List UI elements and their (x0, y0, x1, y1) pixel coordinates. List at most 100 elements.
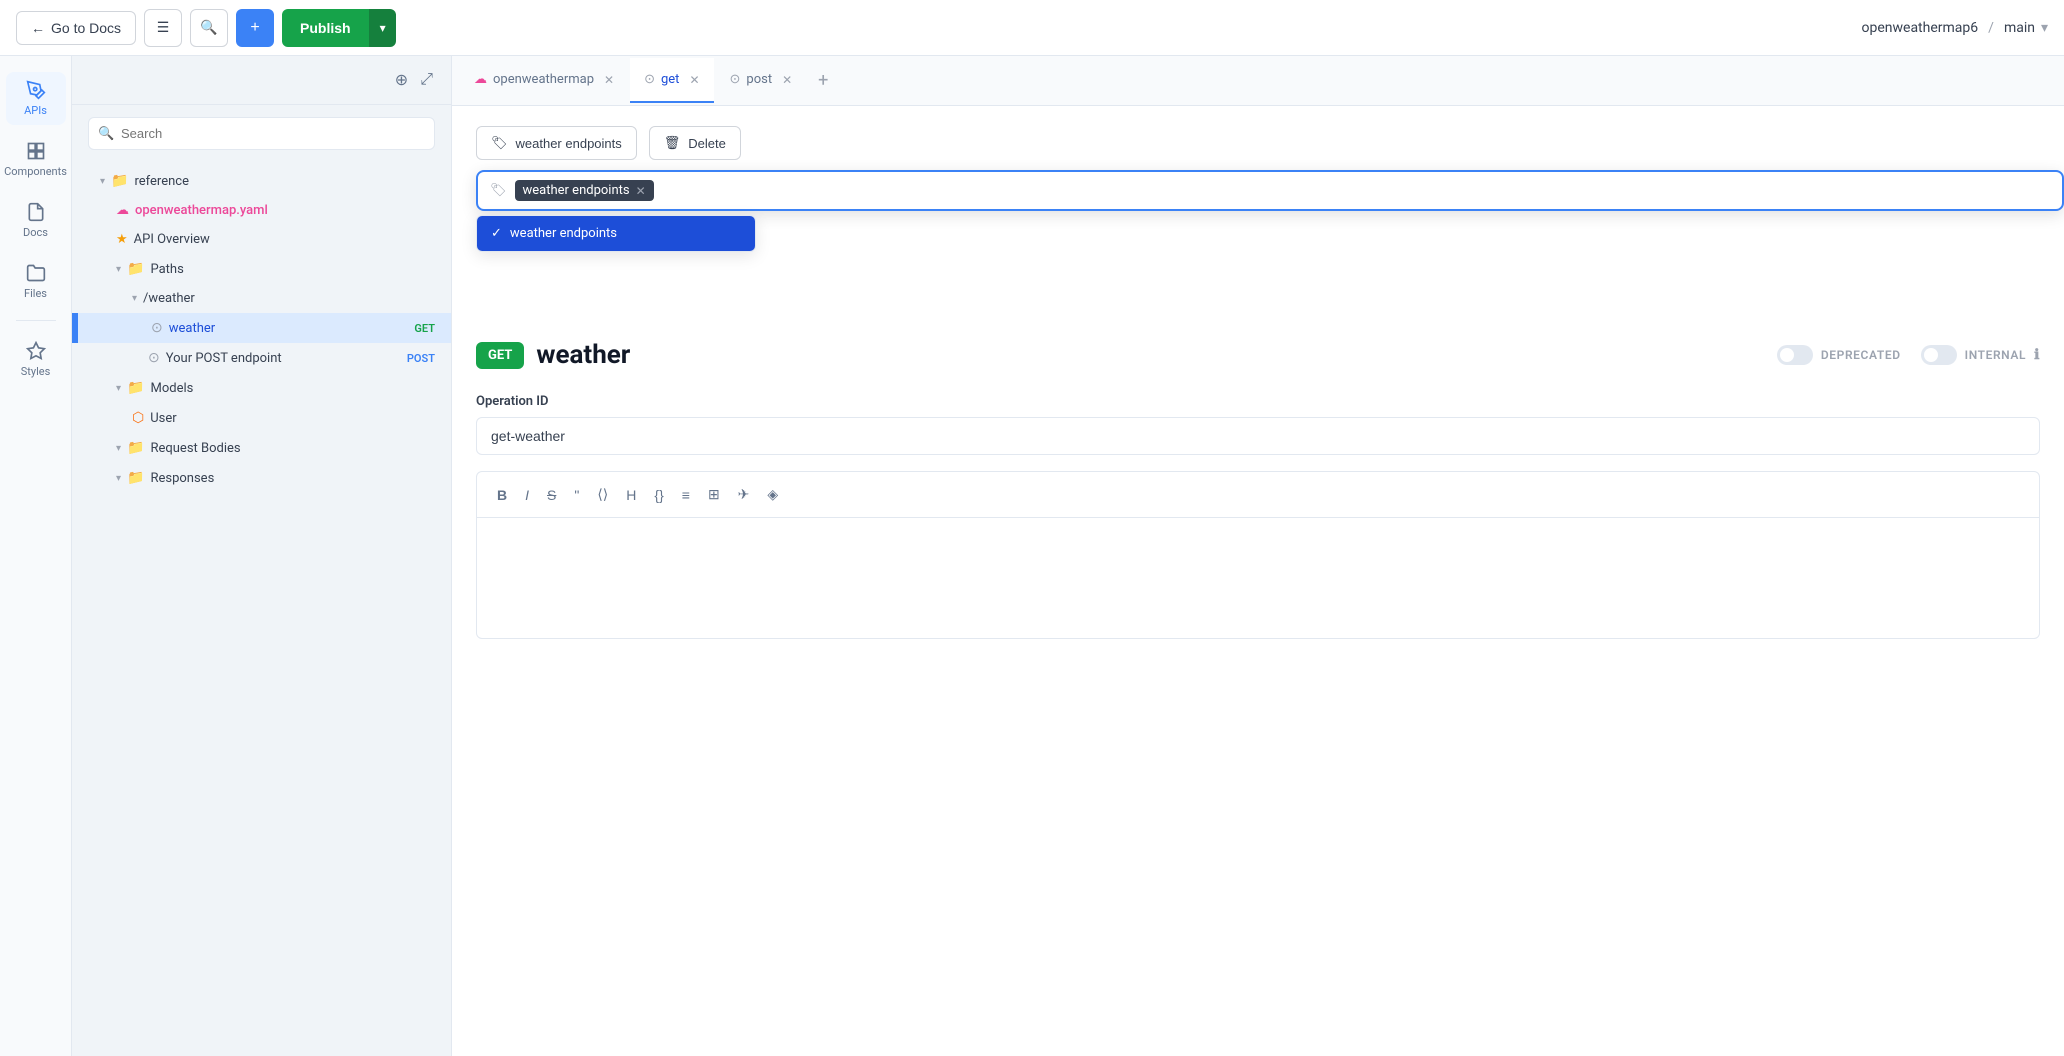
heading-button[interactable]: H (620, 483, 642, 507)
get-badge: GET (476, 342, 524, 369)
folder-icon: 📁 (111, 173, 128, 189)
star-icon: ★ (116, 232, 128, 247)
send-button[interactable]: ✈ (732, 482, 756, 507)
internal-label: INTERNAL (1965, 348, 2026, 362)
components-icon (26, 141, 46, 161)
tree-item-post-endpoint[interactable]: ⊙ Your POST endpoint POST (72, 343, 451, 373)
search-button[interactable]: 🔍 (190, 9, 228, 47)
search-input[interactable] (88, 117, 435, 150)
chevron-down-icon: ▾ (380, 21, 386, 35)
chevron-icon: ▾ (116, 264, 121, 275)
tab-icon: ⊙ (644, 72, 655, 87)
strikethrough-button[interactable]: S (541, 483, 562, 507)
quote-button[interactable]: " (568, 483, 585, 507)
sidebar-item-apis[interactable]: APIs (6, 72, 66, 125)
internal-toggle-item: INTERNAL ℹ (1921, 345, 2040, 365)
tag-icon-inner: 🏷 (490, 183, 507, 198)
tree-item-paths[interactable]: ▾ 📁 Paths (72, 254, 451, 284)
list-button[interactable]: ≡ (676, 483, 696, 507)
search-icon: 🔍 (98, 126, 114, 141)
sidebar-item-styles[interactable]: Styles (6, 333, 66, 386)
trash-icon: 🗑 (664, 135, 681, 151)
embed-button[interactable]: ◈ (761, 482, 784, 507)
tab-close-get[interactable]: ✕ (689, 73, 699, 87)
tree-item-responses[interactable]: ▾ 📁 Responses (72, 463, 451, 493)
styles-icon (26, 341, 46, 361)
file-tree: ⊕ ⤢ 🔍 ▾ 📁 reference ☁ openweathermap.yam… (72, 56, 452, 1056)
get-method-badge: GET (414, 322, 435, 335)
tab-post[interactable]: ⊙ post ✕ (716, 58, 807, 103)
chevron-icon: ▾ (116, 383, 121, 394)
tree-item-models[interactable]: ▾ 📁 Models (72, 373, 451, 403)
bold-button[interactable]: B (491, 483, 513, 507)
operation-id-input[interactable] (476, 417, 2040, 455)
table-button[interactable]: ⊞ (702, 482, 726, 507)
go-to-docs-button[interactable]: ← Go to Docs (16, 11, 136, 45)
add-tab-button[interactable]: + (808, 56, 838, 105)
collapse-button[interactable]: ⤢ (418, 68, 435, 92)
branch-dropdown-icon[interactable]: ▾ (2041, 20, 2048, 36)
internal-toggle[interactable] (1921, 345, 1957, 365)
weather-endpoints-tag-button[interactable]: 🏷 weather endpoints (476, 126, 637, 160)
editor-body[interactable] (477, 518, 2039, 638)
italic-button[interactable]: I (519, 483, 535, 507)
tree-section: ▾ 📁 reference ☁ openweathermap.yaml ★ AP… (72, 162, 451, 497)
tree-item-request-bodies[interactable]: ▾ 📁 Request Bodies (72, 433, 451, 463)
dropdown-list: ✓ weather endpoints (476, 215, 756, 252)
folder-icon: 📁 (127, 440, 144, 456)
sidebar-item-docs[interactable]: Docs (6, 194, 66, 247)
publish-dropdown-button[interactable]: ▾ (369, 9, 396, 47)
deprecated-label: DEPRECATED (1821, 348, 1901, 362)
deprecated-toggle[interactable] (1777, 345, 1813, 365)
chevron-icon: ▾ (116, 473, 121, 484)
file-tree-actions: ⊕ ⤢ (393, 68, 435, 92)
tree-item-reference[interactable]: ▾ 📁 reference (72, 166, 451, 196)
tab-close-openweathermap[interactable]: ✕ (604, 73, 614, 87)
operation-id-field: Operation ID (476, 394, 2040, 455)
topbar-left: ← Go to Docs ☰ 🔍 + Publish ▾ (16, 9, 396, 47)
menu-button[interactable]: ☰ (144, 9, 182, 47)
branch-name: main (2004, 20, 2035, 36)
tab-icon: ☁ (474, 72, 487, 87)
dropdown-input-wrap: 🏷 weather endpoints ✕ (476, 170, 2064, 211)
breadcrumb-separator: / (1988, 20, 1994, 36)
plus-icon: + (250, 19, 259, 37)
publish-button[interactable]: Publish (282, 9, 369, 47)
operation-id-label: Operation ID (476, 394, 2040, 409)
tree-item-weather-path[interactable]: ▾ /weather (72, 284, 451, 313)
tree-item-weather-get[interactable]: ⊙ weather GET (72, 313, 451, 343)
folder-icon: 📁 (127, 380, 144, 396)
tree-item-openweathermap[interactable]: ☁ openweathermap.yaml (72, 196, 451, 225)
add-button[interactable]: + (236, 9, 274, 47)
tree-item-user-model[interactable]: ⬡ User (72, 403, 451, 433)
dropdown-selected-tag: weather endpoints ✕ (515, 180, 654, 201)
tab-openweathermap[interactable]: ☁ openweathermap ✕ (460, 58, 628, 103)
sidebar-icons: APIs Components Docs Files Styles (0, 56, 72, 1056)
chevron-icon: ▾ (116, 443, 121, 454)
editor-toolbar: B I S " ⟨⟩ H {} ≡ ⊞ ✈ ◈ (476, 471, 2040, 639)
publish-group: Publish ▾ (282, 9, 396, 47)
search-box: 🔍 (88, 117, 435, 150)
tab-get[interactable]: ⊙ get ✕ (630, 58, 713, 103)
info-icon[interactable]: ℹ (2034, 347, 2040, 363)
code-block-button[interactable]: {} (648, 483, 669, 507)
docs-icon (26, 202, 46, 222)
model-icon: ⬡ (132, 410, 144, 426)
tree-item-api-overview[interactable]: ★ API Overview (72, 225, 451, 254)
apis-icon (26, 80, 46, 100)
sidebar-item-components[interactable]: Components (6, 133, 66, 186)
content-area: 🏷 weather endpoints 🗑 Delete 🏷 weather e… (452, 106, 2064, 1056)
project-name: openweathermap6 (1862, 20, 1979, 36)
dropdown-item-weather-endpoints[interactable]: ✓ weather endpoints (477, 216, 755, 251)
folder-icon: 📁 (127, 470, 144, 486)
folder-icon: 📁 (127, 261, 144, 277)
chevron-icon: ▾ (100, 176, 105, 187)
endpoint-icon: ⊙ (148, 350, 160, 366)
delete-button[interactable]: 🗑 Delete (649, 126, 741, 160)
tab-close-post[interactable]: ✕ (782, 73, 792, 87)
files-icon (26, 263, 46, 283)
target-icon-button[interactable]: ⊕ (393, 68, 410, 92)
remove-tag-button[interactable]: ✕ (636, 184, 646, 198)
code-button[interactable]: ⟨⟩ (591, 482, 614, 507)
sidebar-item-files[interactable]: Files (6, 255, 66, 308)
